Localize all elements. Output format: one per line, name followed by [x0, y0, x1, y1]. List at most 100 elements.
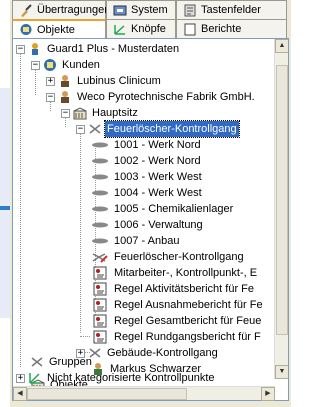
- tab-uebertragungen[interactable]: Übertragungen: [12, 0, 110, 19]
- tree-node-route-item[interactable]: Feuerlöscher-Kontrollgang: [91, 249, 246, 265]
- tree-node-label: Weco Pyrotechnische Fabrik GmbH.: [77, 91, 255, 103]
- broom-icon: [21, 3, 32, 17]
- customers-icon: [44, 59, 56, 71]
- tree-node-label: Gebäude-Kontrollgang: [107, 347, 218, 359]
- tree-node-label: Regel Rundgangsbericht für F: [114, 331, 261, 343]
- tree-node-label: Guard1 Plus - Musterdaten: [47, 43, 180, 55]
- tree-node-checkpoint[interactable]: 1001 - Werk Nord: [91, 137, 203, 153]
- collapse-toggle[interactable]: −: [61, 108, 70, 118]
- tree-node-report[interactable]: Mitarbeiter-, Kontrollpunkt-, E: [91, 265, 259, 281]
- tab-label: Knöpfe: [131, 23, 166, 35]
- tree-node-hauptsitz[interactable]: − Hauptsitz: [61, 105, 140, 121]
- scroll-right-button[interactable]: ▶: [261, 387, 275, 401]
- collapse-toggle[interactable]: −: [31, 60, 40, 70]
- tab-system[interactable]: System: [106, 0, 176, 19]
- report-icon: [93, 330, 107, 344]
- tree-node-gebaeude-kontrollgang[interactable]: + Gebäude-Kontrollgang: [76, 345, 220, 361]
- vertical-scrollbar[interactable]: ▲ ▼: [274, 39, 288, 379]
- expand-toggle[interactable]: +: [16, 373, 25, 383]
- tree-node-checkpoint[interactable]: 1004 - Werk West: [91, 185, 204, 201]
- checkpoint-icon: [92, 190, 108, 196]
- tree-node-label: Regel Aktivitätsbericht für Fe: [114, 283, 255, 295]
- tree-node-feuerloescher-kontrollgang[interactable]: − Feuerlöscher-Kontrollgang: [76, 120, 240, 138]
- keypad-icon: [184, 4, 196, 16]
- report-icon: [93, 298, 107, 312]
- tree-node-label: Regel Gesamtbericht für Feue: [114, 315, 262, 327]
- tree-node-label: 1002 - Werk Nord: [114, 155, 201, 167]
- tab-label: System: [131, 4, 168, 16]
- tree-node-report[interactable]: Regel Aktivitätsbericht für Fe: [91, 281, 256, 297]
- report-icon: [93, 282, 107, 296]
- tree-node-kunden[interactable]: − Kunden: [31, 57, 102, 73]
- checkpoint-icon: [92, 206, 108, 212]
- tree-node-weco[interactable]: − Weco Pyrotechnische Fabrik GmbH.: [46, 89, 257, 105]
- buttons-icon: [114, 24, 125, 35]
- checkpoint-icon: [92, 142, 108, 148]
- tree-node-checkpoint[interactable]: 1003 - Werk West: [91, 169, 204, 185]
- tree-node-root[interactable]: − Guard1 Plus - Musterdaten: [16, 41, 181, 57]
- checkpoint-icon: [92, 158, 108, 164]
- collapse-toggle[interactable]: −: [16, 44, 25, 54]
- scroll-down-button[interactable]: ▼: [275, 365, 288, 379]
- checkpoint-icon: [92, 238, 108, 244]
- route-icon: [89, 124, 101, 134]
- checkpoint-icon: [92, 222, 108, 228]
- scroll-up-button[interactable]: ▲: [275, 39, 288, 53]
- tab-label: Objekte: [37, 23, 75, 36]
- tree-node-gruppen[interactable]: Gruppen: [30, 354, 94, 370]
- tab-berichte[interactable]: Berichte: [176, 19, 287, 38]
- tree-node-label: Gruppen: [49, 356, 92, 368]
- tree-node-report[interactable]: Regel Gesamtbericht für Feue: [91, 313, 263, 329]
- tab-knoepfe[interactable]: Knöpfe: [106, 19, 176, 38]
- tab-objekte[interactable]: Objekte: [12, 19, 106, 38]
- tab-row-top: Übertragungen System Tastenfelder: [12, 0, 287, 19]
- horizontal-scroll-thumb[interactable]: [27, 388, 187, 400]
- route-icon: [31, 357, 43, 367]
- tab-row-bottom: Objekte Knöpfe Berichte: [12, 19, 287, 38]
- tree-node-label: Regel Ausnahmebericht für Fe: [114, 299, 263, 311]
- tree-node-label: 1004 - Werk West: [114, 187, 202, 199]
- scroll-left-button[interactable]: ◀: [13, 387, 27, 401]
- tree-node-checkpoint[interactable]: 1005 - Chemikalienlager: [91, 201, 235, 217]
- tab-label: Berichte: [201, 23, 242, 35]
- tree-node-label: Feuerlöscher-Kontrollgang: [104, 120, 240, 138]
- tree-node-nicht-kategorisiert[interactable]: + Nicht kategorisierte Kontrollpunkte: [16, 370, 217, 386]
- tree-node-label: Hauptsitz: [92, 107, 138, 119]
- tab-label: Übertragungen: [37, 4, 111, 16]
- customer-icon: [61, 91, 69, 103]
- system-icon: [113, 5, 127, 15]
- tree-node-checkpoint[interactable]: 1006 - Verwaltung: [91, 217, 205, 233]
- tree-node-checkpoint[interactable]: 1007 - Anbau: [91, 233, 181, 249]
- expand-toggle[interactable]: +: [46, 76, 55, 86]
- object-tree-panel: − Guard1 Plus - Musterdaten − Kunden + L…: [12, 38, 289, 401]
- tree-node-label: 1003 - Werk West: [114, 171, 202, 183]
- horizontal-scrollbar[interactable]: ◀ ▶: [13, 386, 275, 401]
- navigator-window: Übertragungen System Tastenfelder Objekt…: [10, 0, 291, 407]
- guard1-icon: [32, 43, 38, 55]
- tree-node-label: 1005 - Chemikalienlager: [114, 203, 234, 215]
- tree-node-label: Feuerlöscher-Kontrollgang: [114, 251, 244, 263]
- tree-node-label: Mitarbeiter-, Kontrollpunkt-, E: [114, 267, 258, 279]
- collapse-toggle[interactable]: −: [76, 124, 85, 134]
- report-icon: [93, 266, 107, 280]
- tree-node-label: Lubinus Clinicum: [77, 75, 161, 87]
- object-tree: − Guard1 Plus - Musterdaten − Kunden + L…: [13, 39, 275, 379]
- tab-tastenfelder[interactable]: Tastenfelder: [176, 0, 287, 19]
- objects-icon: [20, 24, 32, 35]
- tree-node-report[interactable]: Regel Ausnahmebericht für Fe: [91, 297, 265, 313]
- checkpoint-icon: [92, 174, 108, 180]
- vertical-scroll-thumb[interactable]: [276, 65, 288, 335]
- building-icon: [73, 107, 87, 120]
- tree-node-lubinus[interactable]: + Lubinus Clinicum: [46, 73, 163, 89]
- reports-icon: [184, 23, 196, 35]
- collapse-toggle[interactable]: −: [46, 92, 55, 102]
- tab-label: Tastenfelder: [201, 4, 261, 16]
- tree-node-report[interactable]: Regel Rundgangsbericht für F: [91, 329, 263, 345]
- report-icon: [93, 314, 107, 328]
- tree-node-label: 1001 - Werk Nord: [114, 139, 201, 151]
- tree-node-label: Kunden: [62, 59, 100, 71]
- tree-node-label: Nicht kategorisierte Kontrollpunkte: [47, 372, 215, 384]
- tree-node-label: 1007 - Anbau: [114, 235, 180, 247]
- customer-icon: [61, 75, 69, 87]
- tree-node-checkpoint[interactable]: 1002 - Werk Nord: [91, 153, 203, 169]
